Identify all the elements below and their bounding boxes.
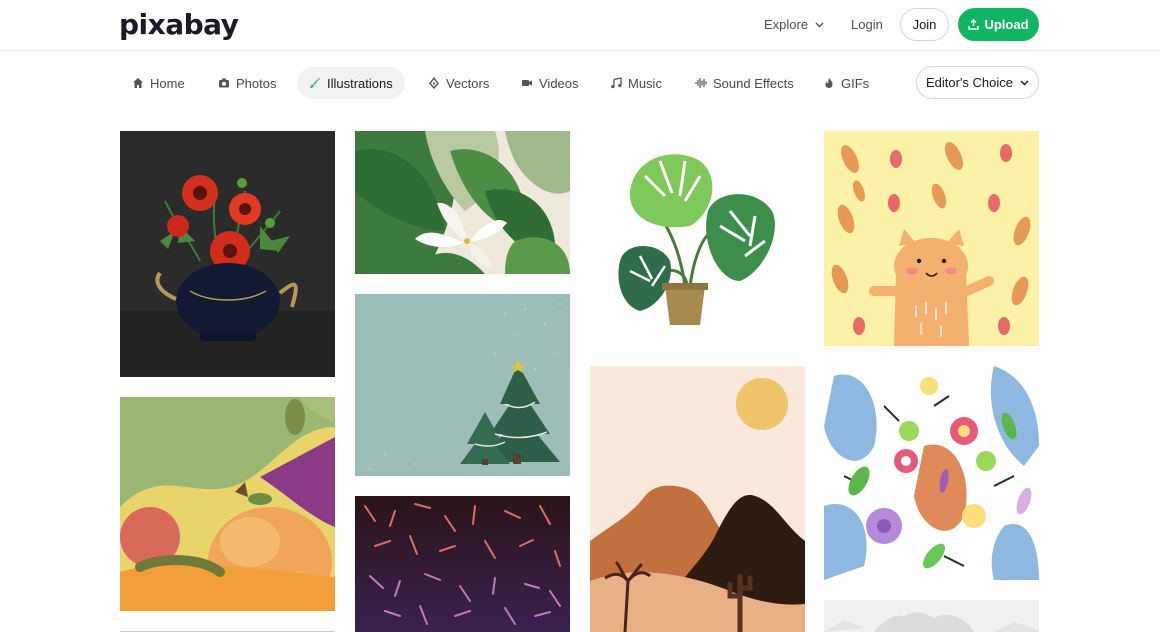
explore-menu[interactable]: Explore: [764, 17, 824, 33]
pencil-sketch-image: [824, 600, 1039, 632]
image-tile-fruits[interactable]: [120, 397, 335, 611]
image-tile-desert[interactable]: [590, 366, 805, 632]
login-link[interactable]: Login: [851, 17, 883, 33]
chevron-down-icon: [815, 22, 824, 28]
tab-label: Illustrations: [327, 75, 393, 91]
confetti-pattern-image: [355, 496, 570, 632]
video-icon: [522, 80, 532, 86]
image-tile-cat[interactable]: [824, 131, 1039, 346]
green-leaves-flower-image: [355, 131, 570, 274]
christmas-trees-image: [355, 294, 570, 476]
monstera-plant-image: [590, 131, 805, 346]
upload-button[interactable]: Upload: [958, 8, 1039, 41]
pixabay-logo[interactable]: pixabay: [119, 8, 239, 42]
tab-label: Videos: [539, 75, 579, 91]
tab-illustrations[interactable]: Illustrations: [297, 67, 405, 99]
tab-gifs[interactable]: GIFs: [811, 67, 881, 99]
tab-photos[interactable]: Photos: [206, 67, 288, 99]
upload-icon: [968, 19, 980, 30]
watercolor-fruits-image: [120, 397, 335, 611]
tab-home[interactable]: Home: [120, 67, 197, 99]
image-tile-monstera[interactable]: [590, 131, 805, 346]
image-tile-christmas[interactable]: [355, 294, 570, 476]
tab-label: Vectors: [446, 75, 490, 91]
image-tile-sketch[interactable]: [824, 600, 1039, 632]
tab-sound-effects[interactable]: Sound Effects: [683, 67, 806, 99]
flame-icon: [825, 78, 833, 88]
editors-choice-dropdown[interactable]: Editor's Choice: [916, 66, 1039, 99]
tab-label: Sound Effects: [713, 75, 794, 91]
tab-label: Home: [150, 75, 185, 91]
tab-label: GIFs: [841, 75, 870, 91]
floral-pattern-image: [824, 366, 1039, 580]
tab-music[interactable]: Music: [598, 67, 674, 99]
image-tile-floral[interactable]: [824, 366, 1039, 580]
brush-icon: [310, 78, 320, 88]
tab-label: Photos: [236, 75, 277, 91]
camera-icon: [219, 78, 229, 88]
desert-mountains-image: [590, 366, 805, 632]
music-note-icon: [611, 77, 622, 89]
explore-label: Explore: [764, 17, 809, 32]
tab-vectors[interactable]: Vectors: [416, 67, 501, 99]
tab-videos[interactable]: Videos: [509, 67, 591, 99]
soundwave-icon: [695, 78, 707, 88]
pen-nib-icon: [429, 77, 439, 89]
tab-label: Music: [628, 75, 662, 91]
top-header: pixabay Explore Login Join Upload: [0, 0, 1160, 51]
home-icon: [133, 78, 143, 88]
cat-autumn-leaves-image: [824, 131, 1039, 346]
join-button[interactable]: Join: [900, 8, 949, 41]
filter-label: Editor's Choice: [925, 75, 1014, 90]
image-tile-confetti[interactable]: [355, 496, 570, 632]
image-tile-poppies[interactable]: [120, 131, 335, 377]
image-tile-leaves[interactable]: [355, 131, 570, 274]
poppies-teapot-image: [120, 131, 335, 377]
category-bar: Home Photos Illustrations Vectors Videos…: [0, 66, 1160, 100]
upload-label: Upload: [984, 17, 1029, 32]
chevron-down-icon: [1020, 80, 1029, 85]
